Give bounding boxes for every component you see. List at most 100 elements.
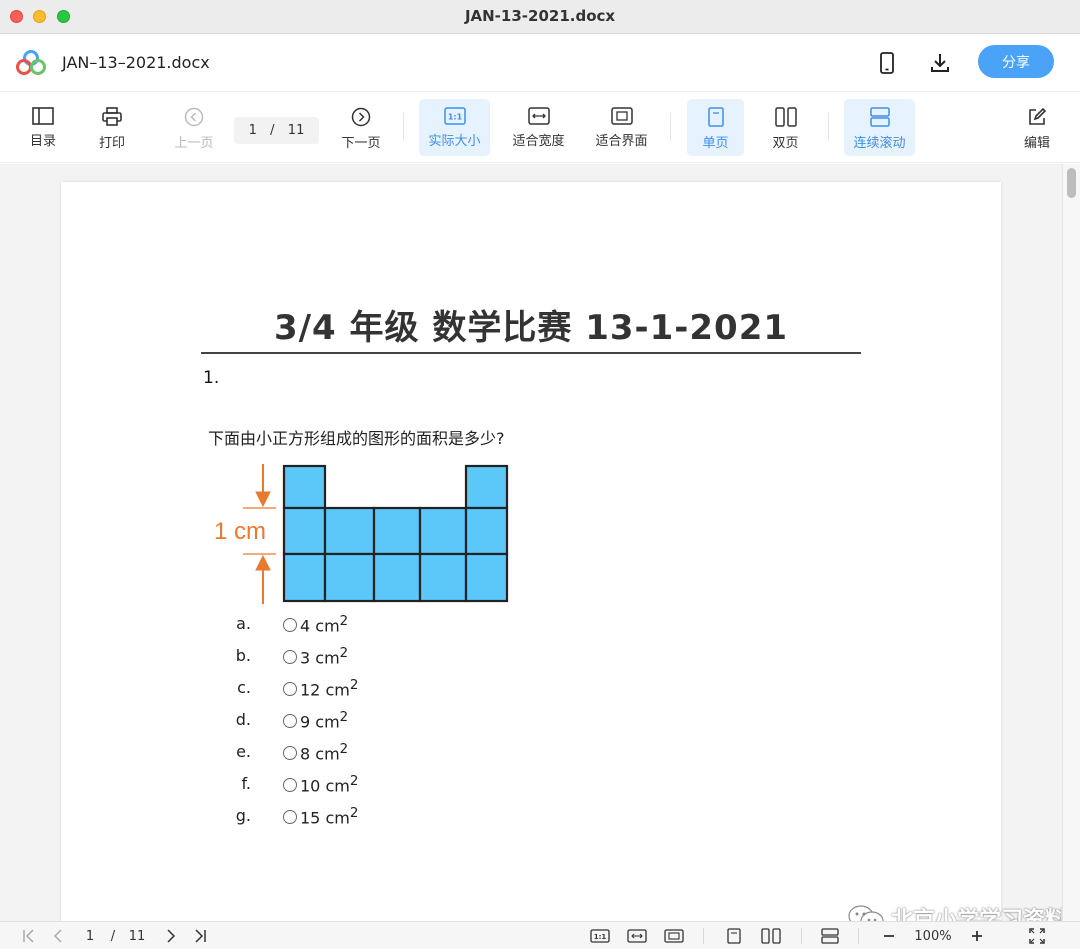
continuous-scroll-label: 连续滚动 <box>853 136 906 151</box>
toc-icon <box>32 107 54 125</box>
option-value: 15 cm2 <box>300 806 359 828</box>
single-page-label: 单页 <box>702 136 729 151</box>
option-letter: d. <box>235 710 251 729</box>
last-page-icon[interactable] <box>189 926 211 946</box>
status-divider <box>801 928 802 944</box>
next-page-icon[interactable] <box>160 926 182 946</box>
option-b[interactable]: b. 3 cm2 <box>231 646 431 670</box>
svg-text:1:1: 1:1 <box>594 933 607 941</box>
edit-button[interactable]: 编辑 <box>1014 99 1060 156</box>
option-f[interactable]: f. 10 cm2 <box>231 774 431 798</box>
actual-size-icon[interactable]: 1:1 <box>589 926 611 946</box>
page-number-input[interactable]: 1 / 11 <box>234 117 319 144</box>
window-title: JAN-13-2021.docx <box>464 7 616 25</box>
fit-width-button[interactable]: 适合宽度 <box>503 99 574 156</box>
option-a[interactable]: a. 4 cm2 <box>231 614 431 638</box>
title-underline <box>201 352 861 354</box>
fit-screen-label: 适合界面 <box>595 134 648 149</box>
prev-page-icon[interactable] <box>47 926 69 946</box>
option-letter: f. <box>241 774 251 793</box>
svg-text:1:1: 1:1 <box>447 113 462 122</box>
option-c[interactable]: c. 12 cm2 <box>231 678 431 702</box>
fit-screen-button[interactable]: 适合界面 <box>586 99 657 156</box>
chevron-right-circle-icon <box>351 107 371 127</box>
radio-button[interactable] <box>283 682 297 696</box>
actual-size-icon: 1:1 <box>443 107 466 125</box>
continuous-scroll-icon <box>869 107 890 127</box>
toolbar: 目录 打印 上一页 1 / 11 下一页 1:1 实际大小 适合宽度 适合界面 … <box>0 93 1080 163</box>
double-page-icon[interactable] <box>760 926 782 946</box>
share-button[interactable]: 分享 <box>978 45 1054 78</box>
window-title-bar: JAN-13-2021.docx <box>0 0 1080 34</box>
radio-button[interactable] <box>283 778 297 792</box>
mobile-view-icon[interactable] <box>874 50 900 76</box>
option-value: 8 cm2 <box>300 742 349 764</box>
vertical-scrollbar[interactable] <box>1062 164 1080 921</box>
option-letter: c. <box>237 678 251 697</box>
option-value: 12 cm2 <box>300 678 359 700</box>
prev-page-button[interactable]: 上一页 <box>166 99 222 156</box>
actual-size-label: 实际大小 <box>428 134 481 149</box>
app-header: JAN–13–2021.docx 分享 <box>0 34 1080 92</box>
wechat-icon <box>848 905 884 921</box>
continuous-scroll-button[interactable]: 连续滚动 <box>844 99 915 156</box>
option-d[interactable]: d. 9 cm2 <box>231 710 431 734</box>
status-page-separator: / <box>110 928 116 944</box>
option-letter: a. <box>236 614 251 633</box>
status-total-pages: 11 <box>128 928 146 944</box>
document-name: JAN–13–2021.docx <box>62 53 210 72</box>
squares-figure: 1 cm <box>214 464 509 604</box>
fit-width-icon[interactable] <box>626 926 648 946</box>
double-page-button[interactable]: 双页 <box>757 99 814 156</box>
next-page-button[interactable]: 下一页 <box>333 99 389 156</box>
edit-icon <box>1029 107 1047 125</box>
option-value: 4 cm2 <box>300 614 349 636</box>
single-page-button[interactable]: 单页 <box>687 99 744 156</box>
single-page-icon[interactable] <box>723 926 745 946</box>
option-value: 9 cm2 <box>300 710 349 732</box>
current-page: 1 <box>248 123 257 138</box>
toolbar-divider <box>828 113 829 141</box>
status-current-page[interactable]: 1 <box>82 926 98 946</box>
toc-button[interactable]: 目录 <box>20 99 66 156</box>
continuous-scroll-icon[interactable] <box>819 926 841 946</box>
fit-width-icon <box>527 107 550 125</box>
figure-label: 1 cm <box>214 518 266 545</box>
radio-button[interactable] <box>283 714 297 728</box>
radio-button[interactable] <box>283 618 297 632</box>
option-g[interactable]: g. 15 cm2 <box>231 806 431 830</box>
radio-button[interactable] <box>283 650 297 664</box>
prev-page-label: 上一页 <box>174 136 214 151</box>
option-value: 3 cm2 <box>300 646 349 668</box>
option-value: 10 cm2 <box>300 774 359 796</box>
document-viewer[interactable]: 3/4 年级 数学比赛 13-1-2021 1. 下面由小正方形组成的图形的面积… <box>0 164 1080 921</box>
fit-screen-icon[interactable] <box>663 926 685 946</box>
download-icon[interactable] <box>927 50 953 76</box>
toc-label: 目录 <box>29 134 56 149</box>
chevron-left-circle-icon <box>184 107 204 127</box>
zoom-in-icon[interactable] <box>967 926 987 946</box>
status-bar: 1 / 11 1:1 100% <box>0 921 1080 949</box>
question-number: 1. <box>203 368 220 388</box>
status-divider <box>703 928 704 944</box>
option-e[interactable]: e. 8 cm2 <box>231 742 431 766</box>
fit-screen-icon <box>610 107 633 125</box>
radio-button[interactable] <box>283 746 297 760</box>
toolbar-divider <box>670 113 671 141</box>
edit-label: 编辑 <box>1023 136 1050 151</box>
total-pages: 11 <box>287 123 305 138</box>
first-page-icon[interactable] <box>18 926 40 946</box>
scrollbar-thumb[interactable] <box>1067 168 1076 198</box>
question-text: 下面由小正方形组成的图形的面积是多少? <box>208 429 505 448</box>
radio-button[interactable] <box>283 810 297 824</box>
watermark: 北京小学学习资料 <box>847 902 1067 921</box>
double-page-icon <box>774 107 797 127</box>
fullscreen-icon[interactable] <box>1026 926 1048 946</box>
single-page-icon <box>707 107 724 127</box>
zoom-level[interactable]: 100% <box>908 926 958 946</box>
print-button[interactable]: 打印 <box>89 99 135 156</box>
actual-size-button[interactable]: 1:1 实际大小 <box>419 99 490 156</box>
double-page-label: 双页 <box>772 136 799 151</box>
document-title: 3/4 年级 数学比赛 13-1-2021 <box>273 308 789 348</box>
zoom-out-icon[interactable] <box>879 926 899 946</box>
